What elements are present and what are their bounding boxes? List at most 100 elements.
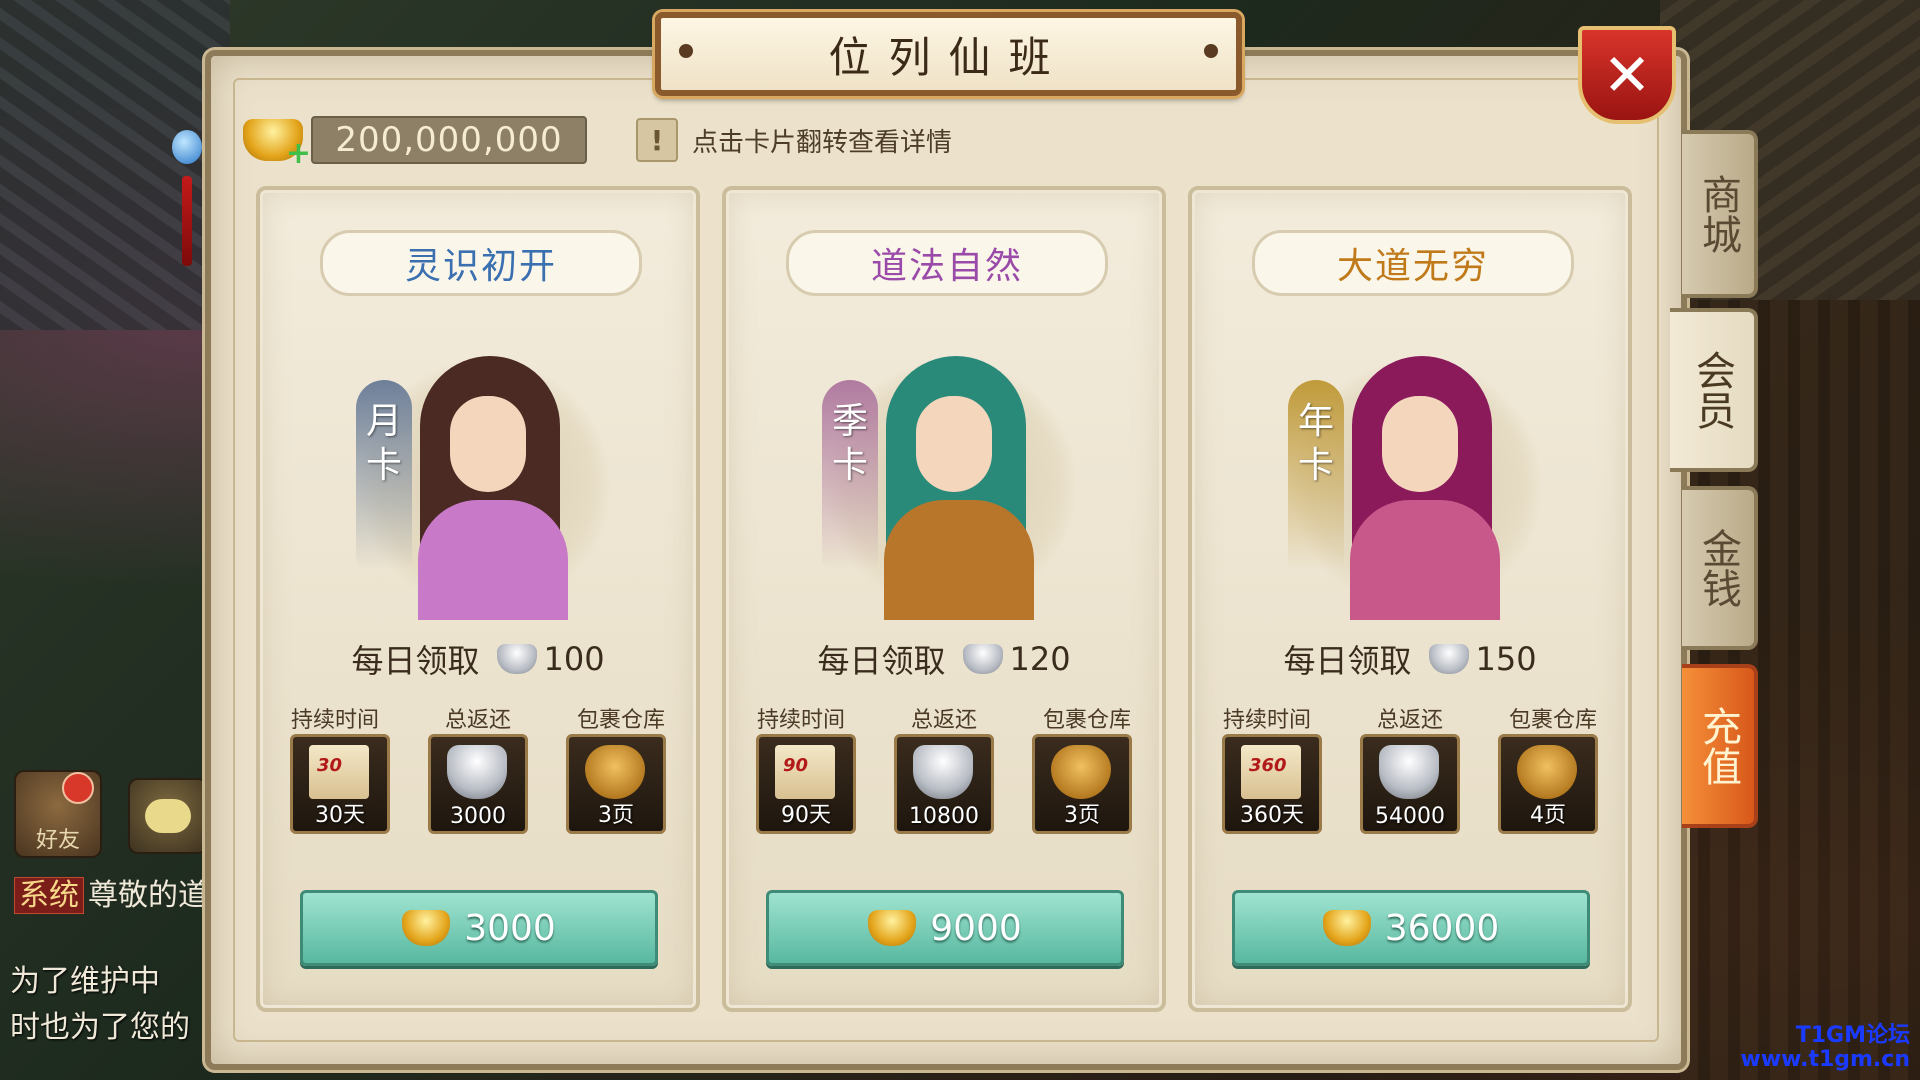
- gold-ingot-icon: [868, 910, 917, 946]
- membership-card[interactable]: 道法自然 季 卡 每日领取 120 持续时间 总返还 包裹仓库 90 90天 1…: [722, 186, 1166, 1012]
- character-portrait: 年 卡: [1232, 320, 1588, 620]
- daily-label: 每日领取: [351, 642, 480, 680]
- tab-shop[interactable]: 商城: [1682, 130, 1758, 298]
- stat-labels: 持续时间 总返还 包裹仓库: [280, 702, 676, 734]
- gold-ingot-icon: [1322, 910, 1371, 946]
- stat-label-duration: 持续时间: [1222, 708, 1311, 733]
- gold-ingot-icon: [402, 910, 451, 946]
- total-return-value: 10800: [909, 804, 979, 829]
- gold-ingot-plus-icon[interactable]: +: [243, 119, 311, 171]
- daily-label: 每日领取: [1283, 642, 1412, 680]
- gourd-ornament-icon: [168, 80, 208, 280]
- tab-money-label: 金钱: [1695, 528, 1741, 608]
- stat-label-storage: 包裹仓库: [1508, 708, 1597, 733]
- calendar-icon: 90: [775, 745, 835, 799]
- stat-items: 30 30天 3000 3页: [290, 734, 666, 834]
- storage-value: 3页: [1064, 803, 1100, 828]
- stat-label-storage: 包裹仓库: [1042, 708, 1131, 733]
- buy-price: 36000: [1384, 907, 1500, 949]
- currency-amount: 200,000,000: [311, 116, 587, 164]
- silver-ingot-icon: [1379, 745, 1439, 799]
- buy-price: 3000: [464, 907, 556, 949]
- tab-recharge-label: 充值: [1695, 706, 1741, 786]
- storage-value: 4页: [1530, 803, 1566, 828]
- buy-price: 9000: [930, 907, 1022, 949]
- daily-reward: 每日领取 100: [260, 636, 696, 682]
- ribbon-char: 卡: [1297, 445, 1334, 486]
- notification-dot-icon: [62, 772, 94, 804]
- system-message: 系统 尊敬的道: [14, 870, 204, 914]
- buy-button[interactable]: 36000: [1232, 890, 1590, 966]
- close-icon: ✕: [1602, 41, 1652, 109]
- friend-button-label: 好友: [35, 828, 80, 853]
- total-return-item[interactable]: 54000: [1360, 734, 1460, 834]
- storage-item[interactable]: 3页: [566, 734, 666, 834]
- buy-button[interactable]: 3000: [300, 890, 658, 966]
- calendar-number: 90: [783, 755, 809, 776]
- stat-label-total-return: 总返还: [444, 708, 511, 733]
- daily-label: 每日领取: [817, 642, 946, 680]
- card-type-ribbon: 月 卡: [356, 380, 412, 570]
- bag-icon: [585, 745, 645, 799]
- card-title: 大道无穷: [1252, 230, 1574, 296]
- tab-money[interactable]: 金钱: [1682, 486, 1758, 650]
- total-return-value: 54000: [1375, 804, 1445, 829]
- daily-reward: 每日领取 120: [726, 636, 1162, 682]
- stat-items: 90 90天 10800 3页: [756, 734, 1132, 834]
- calendar-number: 360: [1249, 755, 1287, 776]
- hint: ! 点击卡片翻转查看详情: [636, 118, 952, 162]
- ribbon-char: 季: [831, 401, 868, 442]
- chat-button[interactable]: [128, 778, 208, 854]
- membership-card[interactable]: 灵识初开 月 卡 每日领取 100 持续时间 总返还 包裹仓库 30 30天 3…: [256, 186, 700, 1012]
- card-type-ribbon: 年 卡: [1288, 380, 1344, 570]
- watermark: T1GM论坛 www.t1gm.cn: [1741, 1024, 1910, 1072]
- stat-items: 360 360天 54000 4页: [1222, 734, 1598, 834]
- total-return-item[interactable]: 3000: [428, 734, 528, 834]
- duration-item[interactable]: 90 90天: [756, 734, 856, 834]
- exclamation-icon: !: [636, 118, 678, 162]
- card-type-ribbon: 季 卡: [822, 380, 878, 570]
- tab-membership-label: 会员: [1689, 350, 1735, 430]
- silver-ingot-icon: [913, 745, 973, 799]
- ribbon-char: 卡: [365, 445, 402, 486]
- daily-reward: 每日领取 150: [1192, 636, 1628, 682]
- duration-value: 90天: [781, 803, 831, 828]
- buy-button[interactable]: 9000: [766, 890, 1124, 966]
- stat-label-total-return: 总返还: [1376, 708, 1443, 733]
- tab-shop-label: 商城: [1695, 174, 1741, 254]
- bag-icon: [1051, 745, 1111, 799]
- card-title: 灵识初开: [320, 230, 642, 296]
- tab-recharge[interactable]: 充值: [1682, 664, 1758, 828]
- calendar-number: 30: [317, 755, 343, 776]
- panel-title-plate: 位列仙班: [655, 12, 1242, 96]
- stat-label-storage: 包裹仓库: [576, 708, 665, 733]
- calendar-icon: 30: [309, 745, 369, 799]
- membership-card[interactable]: 大道无穷 年 卡 每日领取 150 持续时间 总返还 包裹仓库 360 360天: [1188, 186, 1632, 1012]
- chat-bubble-icon: [145, 799, 191, 833]
- daily-amount: 120: [1009, 640, 1071, 678]
- stat-labels: 持续时间 总返还 包裹仓库: [1212, 702, 1608, 734]
- silver-ingot-icon: [447, 745, 507, 799]
- storage-value: 3页: [598, 803, 634, 828]
- character-portrait: 季 卡: [766, 320, 1122, 620]
- character-portrait: 月 卡: [300, 320, 656, 620]
- total-return-item[interactable]: 10800: [894, 734, 994, 834]
- tab-membership[interactable]: 会员: [1670, 308, 1758, 472]
- storage-item[interactable]: 4页: [1498, 734, 1598, 834]
- ribbon-char: 年: [1297, 401, 1334, 442]
- watermark-line-2: www.t1gm.cn: [1740, 1047, 1910, 1072]
- panel-title: 位列仙班: [828, 32, 1069, 82]
- silver-ingot-icon: [497, 644, 538, 674]
- silver-ingot-icon: [963, 644, 1004, 674]
- silver-ingot-icon: [1429, 644, 1470, 674]
- stat-label-duration: 持续时间: [290, 708, 379, 733]
- duration-item[interactable]: 360 360天: [1222, 734, 1322, 834]
- duration-item[interactable]: 30 30天: [290, 734, 390, 834]
- close-button[interactable]: ✕: [1578, 26, 1676, 124]
- chat-line-2: 时也为了您的: [10, 1010, 190, 1045]
- system-tag: 系统: [14, 877, 84, 914]
- storage-item[interactable]: 3页: [1032, 734, 1132, 834]
- bag-icon: [1517, 745, 1577, 799]
- daily-amount: 100: [543, 640, 605, 678]
- system-message-text: 尊敬的道: [88, 878, 204, 913]
